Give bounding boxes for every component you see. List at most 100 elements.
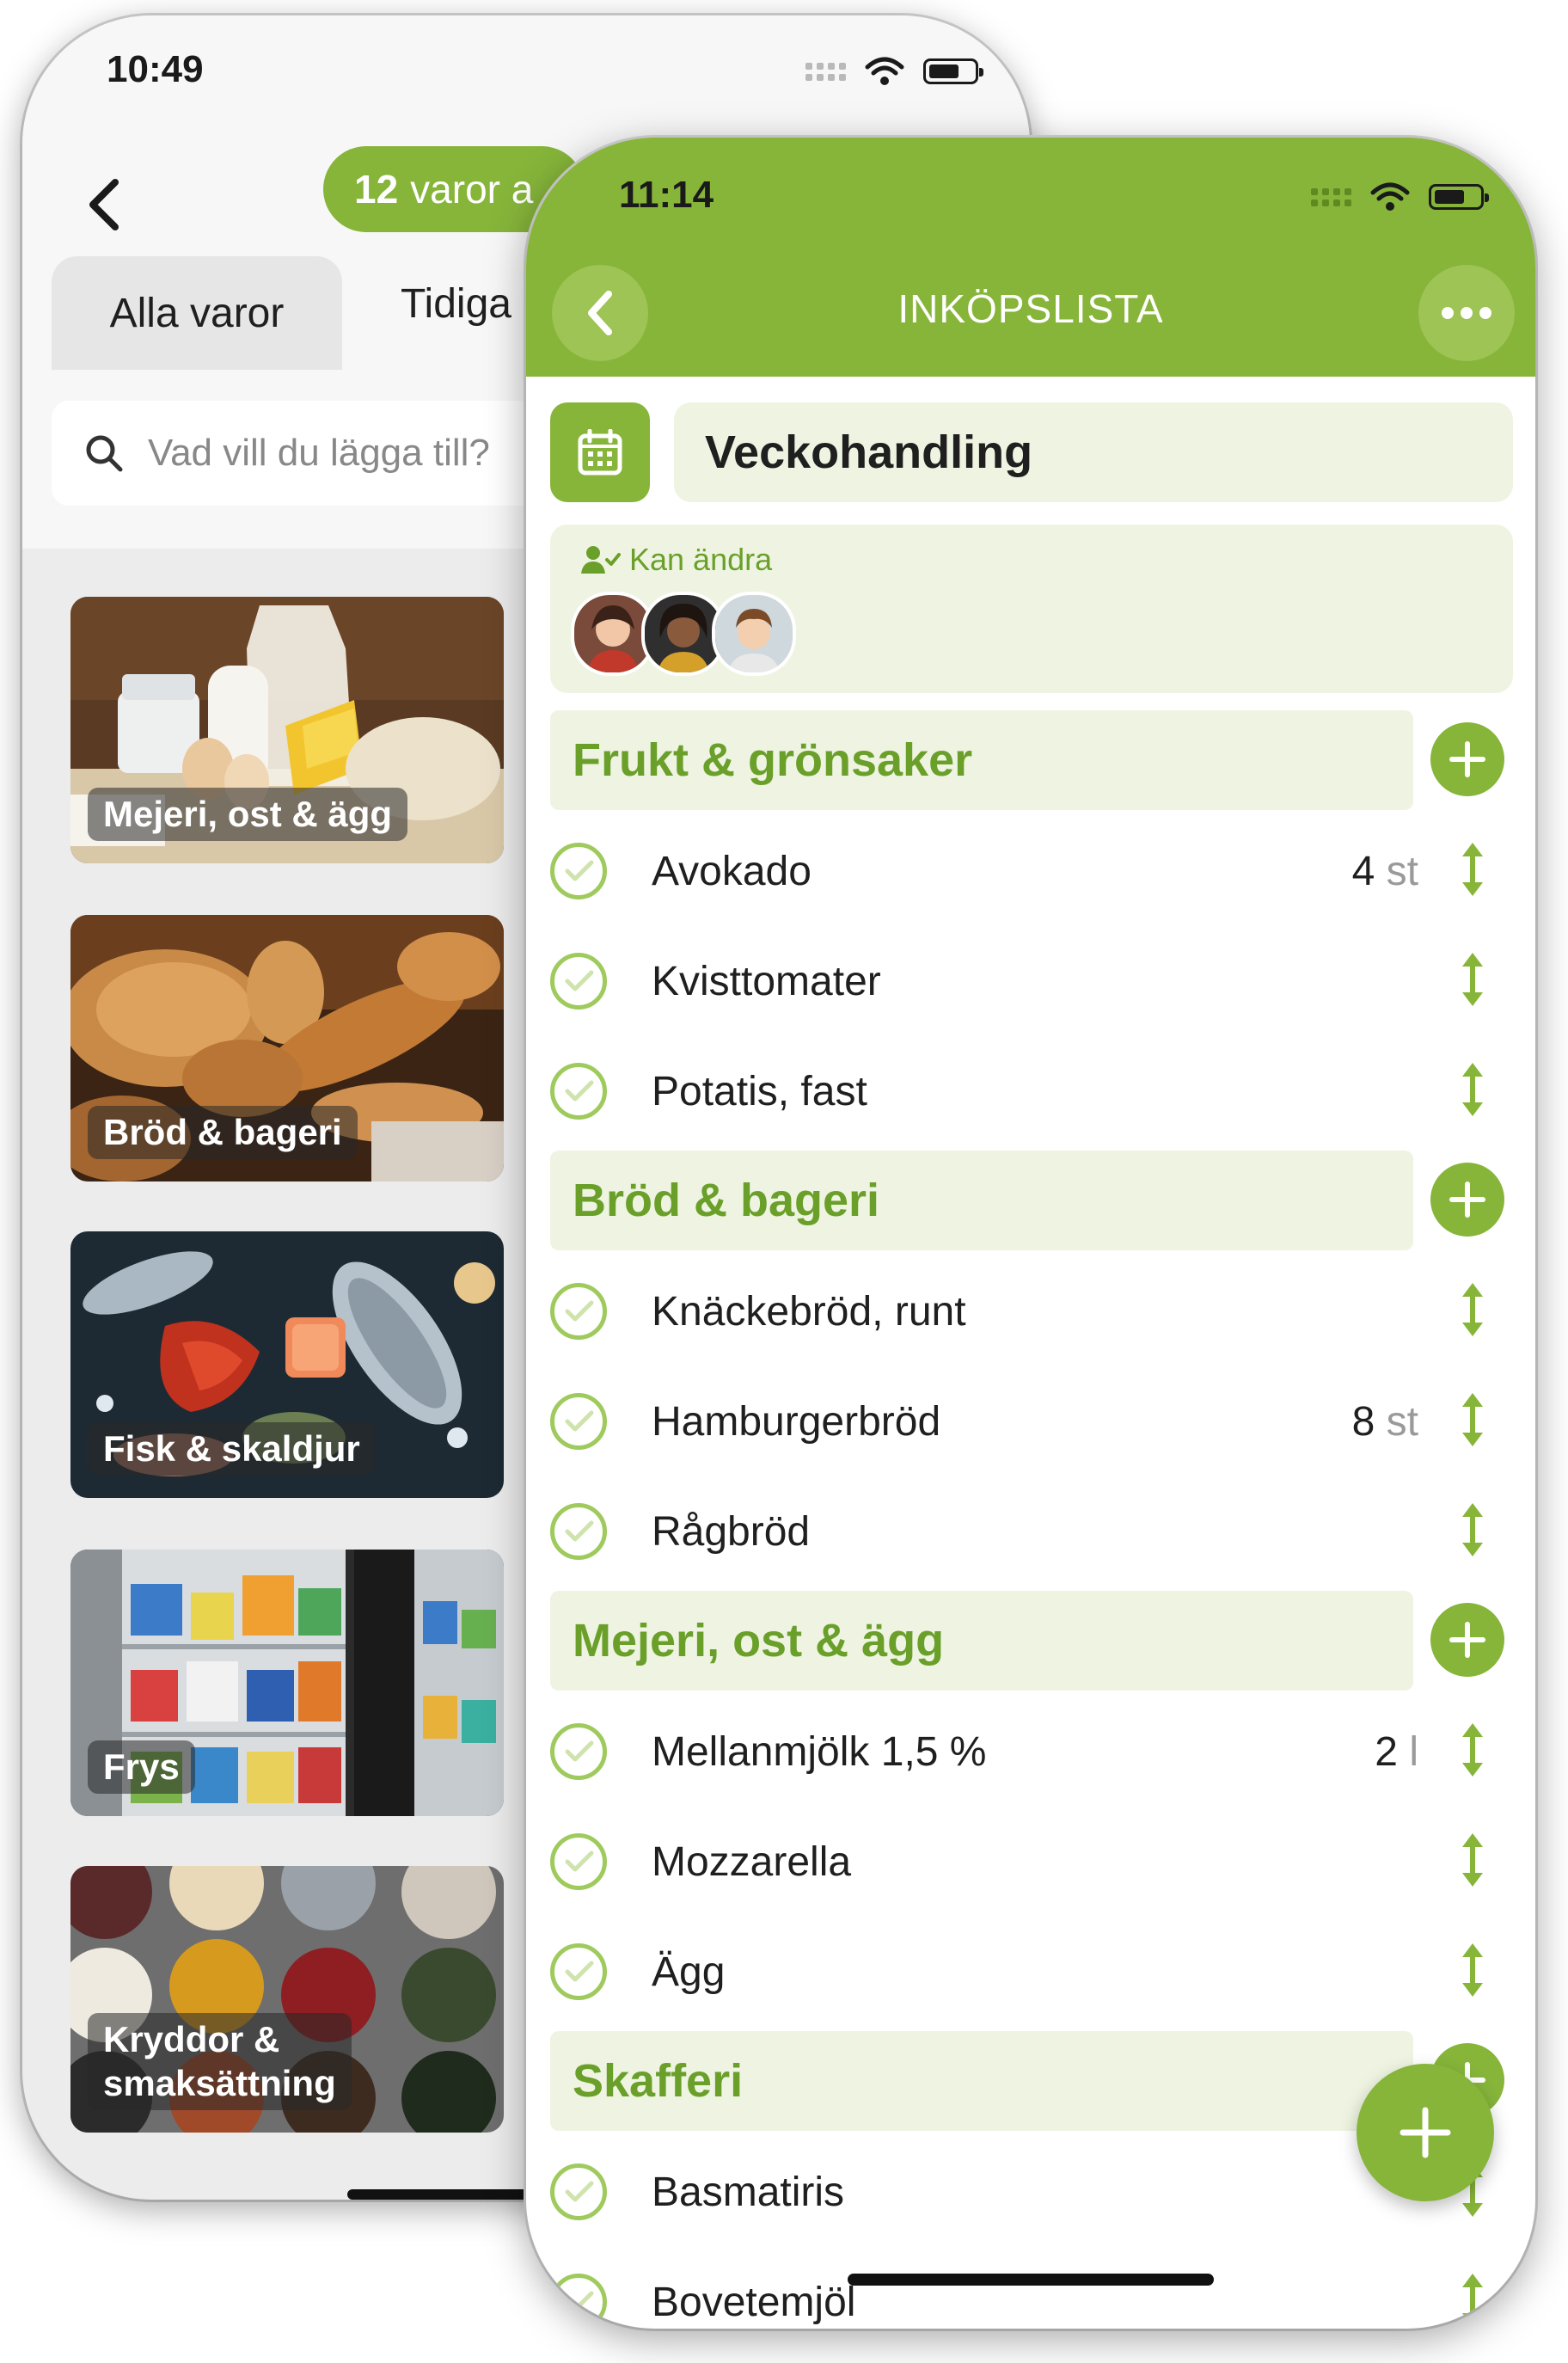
check-icon [565, 1851, 594, 1872]
more-options-button[interactable] [1418, 265, 1515, 361]
item-name: Rågbröd [652, 1509, 811, 1555]
check-icon [565, 2291, 594, 2312]
item-name: Bovetemjöl [652, 2280, 856, 2325]
check-icon [565, 1520, 594, 1542]
checkbox[interactable] [550, 1393, 607, 1450]
item-name: Knäckebröd, runt [652, 1289, 966, 1335]
checkbox[interactable] [550, 1723, 607, 1780]
list-item[interactable]: Mellanmjölk 1,5 % 2 l [550, 1701, 1513, 1795]
drag-handle-icon[interactable] [1458, 1720, 1487, 1780]
tab-all-items[interactable]: Alla varor [52, 256, 342, 370]
section-header-bakery[interactable]: Bröd & bageri [550, 1151, 1413, 1250]
list-item[interactable]: Potatis, fast [550, 1040, 1513, 1135]
status-icons [1311, 182, 1489, 212]
section-header-produce[interactable]: Frukt & grönsaker [550, 710, 1413, 810]
checkbox[interactable] [550, 1833, 607, 1890]
checkbox[interactable] [550, 1283, 607, 1340]
avatar-photo [715, 595, 793, 672]
user-check-icon [581, 546, 621, 574]
qty-value: 2 [1375, 1729, 1398, 1775]
checkbox[interactable] [550, 1943, 607, 2000]
item-quantity: 8 st [1352, 1398, 1418, 1445]
add-item-button[interactable] [1430, 1603, 1504, 1677]
check-icon [565, 2181, 594, 2202]
list-item[interactable]: Kvisttomater [550, 930, 1513, 1025]
drag-handle-icon[interactable] [1458, 1280, 1487, 1340]
list-name-field[interactable]: Veckohandling [674, 402, 1513, 502]
back-chevron-icon[interactable] [84, 177, 122, 232]
calendar-icon [578, 429, 622, 476]
checkbox[interactable] [550, 1063, 607, 1120]
front-phone-screen: 11:14 INKÖPSLISTA Veckohandling Kan ändr… [526, 138, 1535, 2329]
drag-handle-icon[interactable] [1458, 1940, 1487, 2000]
item-name: Ägg [652, 1949, 726, 1995]
search-placeholder: Vad vill du lägga till? [148, 432, 490, 474]
qty-unit: st [1386, 849, 1418, 894]
home-indicator [848, 2274, 1214, 2286]
category-card-bread[interactable]: Bröd & bageri [70, 915, 504, 1182]
checkbox[interactable] [550, 1503, 607, 1560]
list-item[interactable]: Mozzarella [550, 1811, 1513, 1906]
category-label: Kryddor & smaksättning [88, 2013, 352, 2110]
drag-handle-icon[interactable] [1458, 1390, 1487, 1450]
category-card-dairy[interactable]: Mejeri, ost & ägg [70, 597, 504, 863]
drag-handle-icon[interactable] [1458, 1059, 1487, 1120]
avatar-photo [645, 595, 722, 672]
battery-icon [923, 58, 983, 84]
item-name: Avokado [652, 849, 812, 894]
list-item[interactable]: Knäckebröd, runt [550, 1261, 1513, 1355]
plus-icon [1449, 741, 1485, 777]
checkbox[interactable] [550, 843, 607, 899]
wifi-icon [865, 57, 904, 85]
plus-icon [1449, 1622, 1485, 1658]
drag-handle-icon[interactable] [1458, 839, 1487, 899]
list-item[interactable]: Hamburgerbröd 8 st [550, 1371, 1513, 1465]
add-item-button[interactable] [1430, 722, 1504, 796]
checkbox[interactable] [550, 2274, 607, 2329]
share-permission-label: Kan ändra [581, 542, 772, 578]
plus-icon [1400, 2107, 1451, 2158]
category-card-frozen[interactable]: Frys [70, 1550, 504, 1816]
category-card-fish[interactable]: Fisk & skaldjur [70, 1231, 504, 1498]
category-label: Mejeri, ost & ägg [88, 787, 408, 841]
check-icon [565, 1080, 594, 1102]
list-item[interactable]: Ägg [550, 1921, 1513, 2016]
drag-handle-icon[interactable] [1458, 949, 1487, 1010]
qty-value: 4 [1351, 849, 1375, 894]
shared-with-panel[interactable]: Kan ändra [550, 525, 1513, 693]
list-item[interactable]: Rågbröd [550, 1481, 1513, 1575]
status-time: 11:14 [619, 174, 714, 216]
page-title: INKÖPSLISTA [897, 286, 1164, 331]
section-header-pantry[interactable]: Skafferi [550, 2031, 1413, 2131]
category-label-line1: Kryddor & [103, 2019, 280, 2060]
item-count-text: varor a [410, 167, 534, 212]
drag-handle-icon[interactable] [1458, 1830, 1487, 1890]
drag-handle-icon[interactable] [1458, 1500, 1487, 1560]
category-label-line2: smaksättning [103, 2062, 336, 2103]
category-label: Bröd & bageri [88, 1105, 358, 1159]
list-title-row: Veckohandling [550, 402, 1513, 502]
add-item-button[interactable] [1430, 1163, 1504, 1237]
check-icon [565, 970, 594, 991]
more-dots-icon [1442, 307, 1491, 319]
search-input[interactable]: Vad vill du lägga till? [52, 401, 602, 506]
item-name: Kvisttomater [652, 959, 881, 1004]
category-card-spices[interactable]: Kryddor & smaksättning [70, 1866, 504, 2133]
add-floating-button[interactable] [1357, 2064, 1494, 2201]
list-item[interactable]: Bovetemjöl [550, 2251, 1513, 2329]
item-name: Hamburgerbröd [652, 1399, 941, 1445]
avatar[interactable] [712, 592, 796, 676]
item-name: Mellanmjölk 1,5 % [652, 1729, 987, 1775]
checkbox[interactable] [550, 2164, 607, 2220]
calendar-button[interactable] [550, 402, 650, 502]
category-label: Fisk & skaldjur [88, 1421, 376, 1476]
status-time: 10:49 [107, 48, 204, 90]
list-item[interactable]: Avokado 4 st [550, 820, 1513, 915]
tab-previous[interactable]: Tidiga [401, 280, 511, 328]
item-count-number: 12 [354, 167, 399, 212]
checkbox[interactable] [550, 953, 607, 1010]
drag-handle-icon[interactable] [1458, 2270, 1487, 2329]
section-header-dairy[interactable]: Mejeri, ost & ägg [550, 1591, 1413, 1691]
item-name: Potatis, fast [652, 1069, 867, 1114]
status-icons [805, 57, 983, 86]
